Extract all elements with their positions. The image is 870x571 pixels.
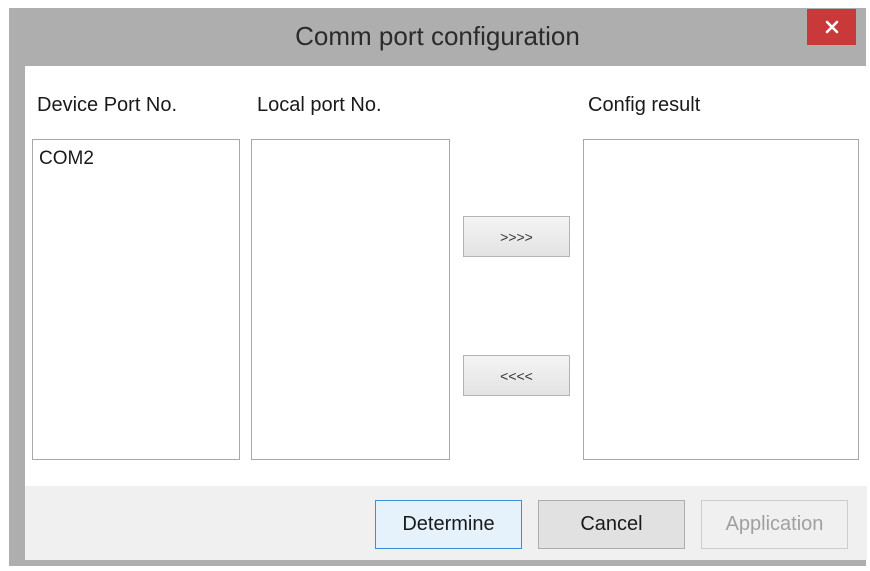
window-title: Comm port configuration [295, 21, 580, 51]
local-port-label: Local port No. [257, 94, 382, 116]
local-port-list[interactable] [251, 139, 450, 460]
cancel-button[interactable]: Cancel [538, 500, 685, 549]
close-button[interactable] [807, 9, 856, 45]
remove-mapping-button[interactable]: <<<< [463, 355, 570, 396]
dialog-window: Comm port configuration Device Port No. … [9, 8, 867, 566]
list-item-com2[interactable]: COM2 [33, 140, 239, 170]
button-bar: Determine Cancel Application [25, 486, 867, 560]
determine-button[interactable]: Determine [375, 500, 522, 549]
close-icon [825, 20, 838, 34]
device-port-list[interactable]: COM2 [32, 139, 240, 460]
application-button[interactable]: Application [701, 500, 848, 549]
add-mapping-button[interactable]: >>>> [463, 216, 570, 257]
dialog-body: Device Port No. Local port No. Config re… [25, 66, 867, 560]
device-port-label: Device Port No. [37, 94, 178, 116]
title-bar[interactable]: Comm port configuration [9, 8, 866, 64]
config-result-label: Config result [588, 94, 701, 116]
config-result-list[interactable] [583, 139, 859, 460]
